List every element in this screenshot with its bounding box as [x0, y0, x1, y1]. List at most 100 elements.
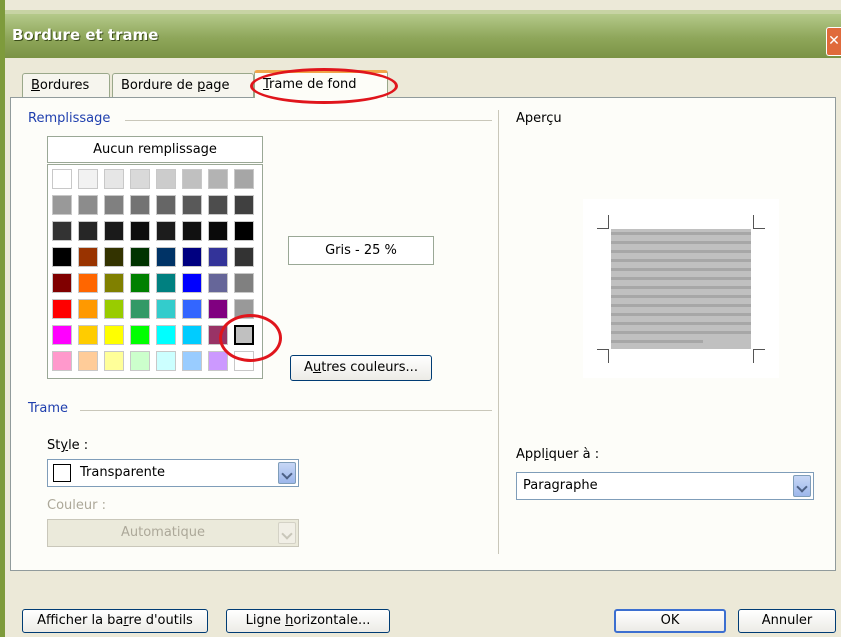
- color-swatch[interactable]: [181, 298, 203, 320]
- color-swatch[interactable]: [77, 272, 99, 294]
- apply-to-select[interactable]: Paragraphe: [516, 472, 814, 500]
- color-swatch[interactable]: [103, 246, 125, 268]
- color-swatch[interactable]: [77, 194, 99, 216]
- color-swatch[interactable]: [51, 324, 73, 346]
- color-swatch[interactable]: [155, 168, 177, 190]
- show-toolbar-button[interactable]: Afficher la barre d'outils: [22, 609, 208, 633]
- color-swatch[interactable]: [129, 324, 151, 346]
- color-swatch[interactable]: [155, 272, 177, 294]
- color-swatch[interactable]: [181, 246, 203, 268]
- preview-line: [611, 241, 751, 244]
- group-divider: [80, 410, 492, 411]
- color-swatch[interactable]: [51, 220, 73, 242]
- color-swatch[interactable]: [181, 194, 203, 216]
- tab-bordure-de-page[interactable]: Bordure de page: [112, 73, 254, 97]
- corner-mark: [608, 349, 609, 363]
- color-swatch[interactable]: [207, 272, 229, 294]
- color-swatch[interactable]: [77, 246, 99, 268]
- color-swatch[interactable]: [129, 194, 151, 216]
- color-swatch[interactable]: [181, 220, 203, 242]
- color-swatch[interactable]: [77, 324, 99, 346]
- color-swatch[interactable]: [77, 298, 99, 320]
- color-swatch[interactable]: [51, 194, 73, 216]
- tab-bordures[interactable]: Bordures: [22, 73, 110, 97]
- preview-line: [611, 259, 751, 262]
- cancel-button[interactable]: Annuler: [738, 609, 836, 633]
- style-value: Transparente: [80, 465, 165, 480]
- color-swatch[interactable]: [207, 246, 229, 268]
- color-label: Couleur :: [47, 498, 106, 513]
- corner-mark: [753, 349, 754, 363]
- color-swatch[interactable]: [181, 324, 203, 346]
- preview-line: [611, 286, 751, 289]
- color-swatch[interactable]: [51, 272, 73, 294]
- color-swatch[interactable]: [103, 220, 125, 242]
- chevron-down-icon: [278, 522, 296, 544]
- color-swatch[interactable]: [51, 298, 73, 320]
- color-swatch[interactable]: [155, 298, 177, 320]
- color-swatch[interactable]: [129, 220, 151, 242]
- color-swatch[interactable]: [207, 298, 229, 320]
- highlight-ellipse-tab: [250, 68, 398, 104]
- color-swatch[interactable]: [181, 168, 203, 190]
- style-select[interactable]: Transparente: [47, 459, 299, 487]
- color-swatch[interactable]: [129, 350, 151, 372]
- color-swatch[interactable]: [77, 168, 99, 190]
- preview-box: [583, 199, 779, 378]
- color-swatch[interactable]: [103, 168, 125, 190]
- horizontal-line-button[interactable]: Ligne horizontale...: [226, 609, 390, 633]
- ok-button[interactable]: OK: [614, 609, 726, 633]
- horizontal-line-label: Ligne horizontale...: [245, 613, 371, 628]
- color-swatch[interactable]: [155, 194, 177, 216]
- highlight-ellipse-swatch: [219, 314, 282, 362]
- selected-color-name: Gris - 25 %: [288, 236, 434, 265]
- color-swatch[interactable]: [77, 350, 99, 372]
- color-swatch[interactable]: [129, 298, 151, 320]
- color-swatch[interactable]: [51, 246, 73, 268]
- pattern-group-label: Trame: [28, 401, 73, 416]
- color-swatch[interactable]: [155, 350, 177, 372]
- show-toolbar-label: Afficher la barre d'outils: [37, 613, 193, 628]
- color-swatch[interactable]: [233, 168, 255, 190]
- color-swatch[interactable]: [103, 194, 125, 216]
- chevron-down-icon[interactable]: [793, 475, 811, 497]
- color-swatch[interactable]: [129, 168, 151, 190]
- color-swatch[interactable]: [233, 246, 255, 268]
- color-swatch[interactable]: [51, 168, 73, 190]
- color-swatch[interactable]: [103, 324, 125, 346]
- group-divider: [125, 120, 492, 121]
- color-swatch[interactable]: [207, 194, 229, 216]
- color-swatch[interactable]: [77, 220, 99, 242]
- close-button[interactable]: ✕: [826, 27, 841, 56]
- preview-line: [611, 232, 751, 235]
- color-swatch[interactable]: [103, 272, 125, 294]
- color-swatch[interactable]: [233, 272, 255, 294]
- color-swatch[interactable]: [233, 220, 255, 242]
- color-swatch[interactable]: [181, 272, 203, 294]
- preview-line: [611, 250, 751, 253]
- vertical-separator: [498, 110, 499, 554]
- no-fill-button[interactable]: Aucun remplissage: [47, 136, 263, 163]
- color-swatch[interactable]: [129, 246, 151, 268]
- preview-label: Aperçu: [516, 111, 562, 126]
- style-swatch: [53, 464, 71, 482]
- color-swatch[interactable]: [51, 350, 73, 372]
- color-swatch[interactable]: [155, 246, 177, 268]
- color-swatch[interactable]: [181, 350, 203, 372]
- more-colors-label: Autres couleurs...: [304, 360, 418, 375]
- color-swatch[interactable]: [129, 272, 151, 294]
- color-swatch[interactable]: [233, 194, 255, 216]
- color-swatch[interactable]: [103, 298, 125, 320]
- fill-group-label: Remplissage: [28, 111, 115, 126]
- preview-line: [611, 322, 751, 325]
- chevron-down-icon[interactable]: [278, 462, 296, 484]
- color-swatch[interactable]: [155, 220, 177, 242]
- color-swatch[interactable]: [207, 168, 229, 190]
- corner-mark: [597, 228, 609, 229]
- tab-label: Bordure de page: [121, 78, 230, 93]
- title-bar[interactable]: Bordure et trame ✕: [5, 14, 841, 58]
- more-colors-button[interactable]: Autres couleurs...: [290, 355, 432, 381]
- color-swatch[interactable]: [155, 324, 177, 346]
- color-swatch[interactable]: [207, 220, 229, 242]
- color-swatch[interactable]: [103, 350, 125, 372]
